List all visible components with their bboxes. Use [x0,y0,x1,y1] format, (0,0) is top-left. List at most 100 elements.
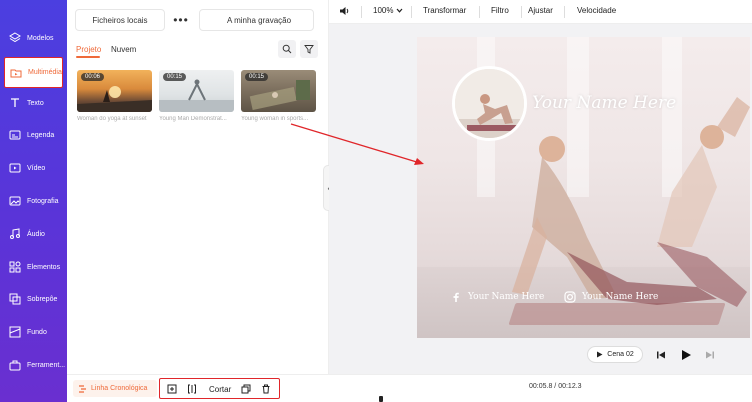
active-tab-indicator [76,56,100,58]
transform-button[interactable]: Transformar [423,6,466,15]
search-icon [282,44,292,54]
duration-badge: 00:15 [245,73,269,81]
cut-button[interactable]: Cortar [209,383,231,395]
media-thumbnail[interactable]: 00:15 [159,70,234,112]
sidebar-item-label: Sobrepôe [27,295,58,303]
facebook-social: Your Name Here [450,291,544,303]
sidebar-item-label: Vídeo [27,164,46,172]
sidebar-item-ferramentas[interactable]: Ferrament... [0,349,67,381]
playhead[interactable] [379,396,383,402]
instagram-name: Your Name Here [582,292,659,302]
name-title: Your Name Here [532,93,677,113]
media-thumbnail[interactable]: 00:06 [77,70,152,112]
folder-icon [10,67,22,79]
time-display: 00:05.8 / 00:12.3 [529,383,582,390]
scene-label: Cena 02 [607,351,634,358]
elements-icon [9,261,21,273]
toolbar-divider [411,6,412,18]
split-button[interactable] [187,383,197,395]
layers-icon [9,32,21,44]
add-button[interactable] [167,383,177,395]
tab-nuvem[interactable]: Nuvem [111,45,136,54]
play-button[interactable] [679,348,693,362]
tab-projeto[interactable]: Projeto [76,45,101,54]
sidebar-item-audio[interactable]: Áudio [0,218,67,250]
timeline-icon [79,384,86,393]
more-options-button[interactable]: ••• [170,9,192,31]
duration-badge: 00:06 [81,73,105,81]
filter-button[interactable] [300,40,318,58]
split-icon [188,384,196,394]
sidebar-item-legenda[interactable]: Legenda [0,119,67,151]
timeline-label: Linha Cronológica [91,385,148,392]
sidebar-item-video[interactable]: Vídeo [0,152,67,184]
sidebar-item-elementos[interactable]: Elementos [0,251,67,283]
search-button[interactable] [278,40,296,58]
sidebar: Modelos Multimédia Texto Legenda Vídeo F… [0,0,67,402]
media-thumbnail[interactable]: 00:15 [241,70,316,112]
sidebar-item-texto[interactable]: Texto [0,87,67,119]
caption-icon [9,129,21,141]
zoom-value: 100% [373,6,394,15]
instagram-icon [564,291,576,303]
top-toolbar: 100% Transformar Filtro Ajustar Velocida… [329,0,752,24]
sidebar-item-label: Fotografia [27,197,59,205]
speed-tab[interactable]: Velocidade [577,6,616,15]
sidebar-item-label: Elementos [27,263,61,271]
duplicate-button[interactable] [241,383,251,395]
scene-button[interactable]: Cena 02 [587,346,643,363]
skip-forward-icon [706,351,714,359]
next-button[interactable] [703,348,717,362]
media-caption: Young woman in sports... [241,116,309,122]
local-files-button[interactable]: Ficheiros locais [75,9,165,31]
my-recording-button[interactable]: A minha gravação [199,9,314,31]
toolbar-divider [521,6,522,18]
toolbar-divider [564,6,565,18]
play-icon [682,350,691,360]
timeline-button[interactable]: Linha Cronológica [73,380,157,397]
sidebar-item-label: Texto [27,99,44,107]
media-caption: Woman do yoga at sunset [77,116,147,122]
sidebar-item-modelos[interactable]: Modelos [0,22,67,54]
trash-icon [262,384,270,394]
duplicate-icon [241,384,251,394]
preview-canvas[interactable]: Your Name Here Your Name Here Your Name … [417,37,750,338]
sidebar-item-multimedia[interactable]: Multimédia [4,57,63,88]
sidebar-item-label: Fundo [27,328,47,336]
filter-tab[interactable]: Filtro [491,6,509,15]
profile-photo [452,66,527,141]
delete-button[interactable] [261,383,271,395]
media-caption: Young Man Demonstrat... [159,116,227,122]
overlay-icon [9,293,21,305]
facebook-name: Your Name Here [468,292,545,302]
zoom-select[interactable]: 100% [373,6,403,15]
instagram-social: Your Name Here [564,291,658,303]
text-icon [9,97,21,109]
chevron-down-icon [397,8,403,13]
duration-badge: 00:15 [163,73,187,81]
sidebar-item-label: Ferrament... [27,361,66,369]
local-files-label: Ficheiros locais [92,15,148,25]
sidebar-item-label: Multimédia [28,69,62,76]
facebook-icon [450,291,462,303]
previous-button[interactable] [654,348,668,362]
toolbox-icon [9,359,21,371]
music-icon [9,228,21,240]
image-icon [9,195,21,207]
filter-icon [304,44,314,54]
more-icon: ••• [173,13,189,27]
skip-back-icon [657,351,665,359]
sidebar-item-fotografia[interactable]: Fotografia [0,185,67,217]
sidebar-item-fundo[interactable]: Fundo [0,316,67,348]
edit-tools-group: Cortar [159,378,280,399]
adjust-tab[interactable]: Ajustar [528,6,553,15]
sidebar-item-sobrepoe[interactable]: Sobrepôe [0,283,67,315]
video-icon [9,162,21,174]
sidebar-item-label: Legenda [27,131,55,139]
toolbar-divider [479,6,480,18]
volume-button[interactable] [339,5,351,19]
sidebar-item-label: Modelos [27,34,54,42]
bottom-bar: Linha Cronológica Cortar 00:05.8 / 00:12… [67,374,752,402]
volume-icon [340,7,349,15]
my-recording-label: A minha gravação [227,15,292,25]
